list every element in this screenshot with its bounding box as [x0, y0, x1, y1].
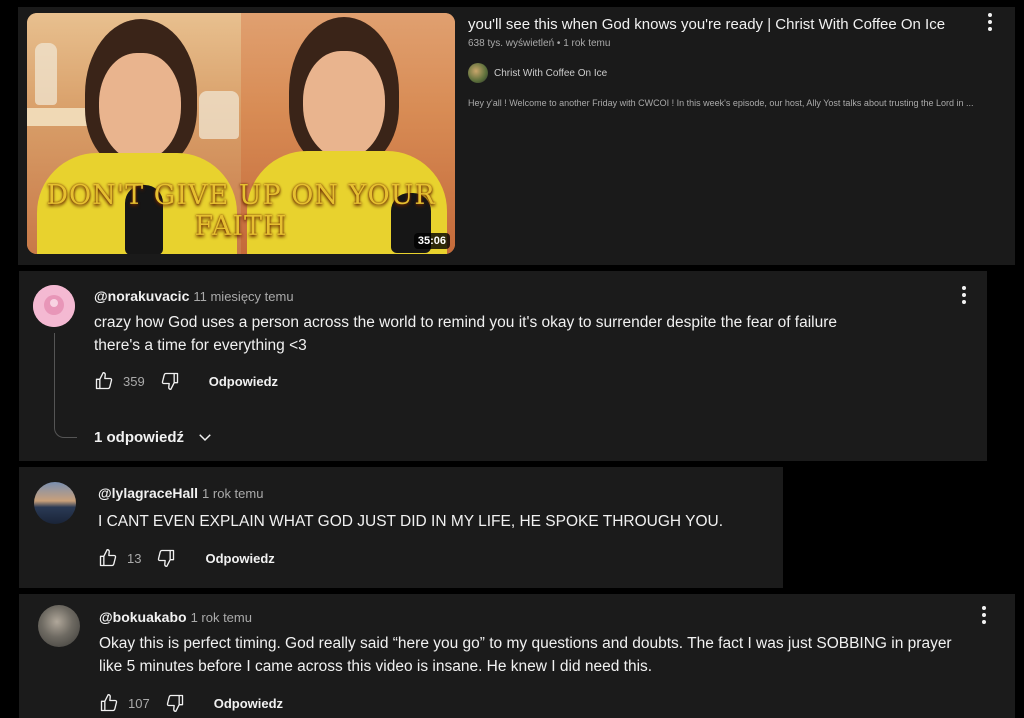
thumbnail-caption: DON'T GIVE UP ON YOUR FAITH: [46, 180, 436, 242]
thumbnail-jar: [35, 43, 57, 105]
comment-text: I CANT EVEN EXPLAIN WHAT GOD JUST DID IN…: [98, 510, 778, 533]
video-title[interactable]: you'll see this when God knows you're re…: [468, 16, 968, 33]
comment-line: I CANT EVEN EXPLAIN WHAT GOD JUST DID IN…: [98, 513, 724, 530]
channel-avatar[interactable]: [468, 63, 488, 83]
comment-author[interactable]: @bokuakabo: [99, 609, 187, 625]
comment-timestamp[interactable]: 11 miesięcy temu: [193, 289, 293, 304]
video-result-card[interactable]: DON'T GIVE UP ON YOUR FAITH 35:06 you'll…: [18, 7, 1015, 265]
thumbs-up-icon[interactable]: [97, 547, 119, 569]
thumbnail-person-face: [99, 53, 181, 161]
replies-count-label: 1 odpowiedź: [94, 428, 184, 446]
video-meta: 638 tys. wyświetleń • 1 rok temu: [468, 38, 611, 49]
more-vert-icon[interactable]: [974, 603, 994, 627]
reply-button[interactable]: Odpowiedz: [214, 696, 283, 711]
comment-actions: 359 Odpowiedz: [93, 370, 278, 392]
comment-thread: @norakuvacic 11 miesięcy temu crazy how G…: [19, 271, 987, 461]
video-description: Hey y'all ! Welcome to another Friday wi…: [468, 98, 974, 108]
avatar[interactable]: [33, 285, 75, 327]
comment-author[interactable]: @lylagraceHall: [98, 485, 198, 501]
thumbs-up-icon[interactable]: [93, 370, 115, 392]
thumbnail-person-face: [303, 51, 385, 159]
thumbnail-shelf: [27, 108, 87, 126]
thumbs-down-icon[interactable]: [159, 370, 181, 392]
comment-author[interactable]: @norakuvacic: [94, 288, 189, 304]
reply-button[interactable]: Odpowiedz: [205, 551, 274, 566]
thumbs-down-icon[interactable]: [155, 547, 177, 569]
thumbs-up-icon[interactable]: [98, 692, 120, 714]
video-thumbnail[interactable]: DON'T GIVE UP ON YOUR FAITH 35:06: [27, 13, 455, 254]
comment-actions: 107 Odpowiedz: [98, 692, 283, 714]
comment-timestamp[interactable]: 1 rok temu: [202, 486, 263, 501]
comment-line: crazy how God uses a person across the w…: [94, 314, 838, 331]
thumbs-down-icon[interactable]: [164, 692, 186, 714]
comment-header: @lylagraceHall 1 rok temu: [98, 485, 263, 501]
comment-timestamp[interactable]: 1 rok temu: [191, 610, 252, 625]
comment-header: @norakuvacic 11 miesięcy temu: [94, 288, 294, 304]
comment-line: Okay this is perfect timing. God really …: [99, 635, 952, 652]
comment-text: crazy how God uses a person across the w…: [94, 311, 954, 357]
thread-connector-line: [54, 333, 77, 438]
view-replies-button[interactable]: 1 odpowiedź: [94, 426, 216, 448]
channel-name[interactable]: Christ With Coffee On Ice: [494, 68, 607, 79]
like-count: 107: [128, 695, 150, 711]
thumbnail-jar: [199, 91, 239, 139]
reply-button[interactable]: Odpowiedz: [209, 374, 278, 389]
video-duration-badge: 35:06: [413, 233, 450, 249]
channel-row[interactable]: Christ With Coffee On Ice: [468, 63, 607, 83]
comment-text: Okay this is perfect timing. God really …: [99, 632, 1011, 678]
avatar[interactable]: [38, 605, 80, 647]
comment-header: @bokuakabo 1 rok temu: [99, 609, 252, 625]
avatar[interactable]: [34, 482, 76, 524]
like-count: 359: [123, 373, 145, 389]
like-count: 13: [127, 550, 142, 566]
comment-line: there's a time for everything <3: [94, 337, 307, 354]
comment-thread: @lylagraceHall 1 rok temu I CANT EVEN EXP…: [19, 467, 783, 588]
comment-thread: @bokuakabo 1 rok temu Okay this is perfec…: [19, 594, 1015, 718]
more-vert-icon[interactable]: [954, 283, 974, 307]
more-vert-icon[interactable]: [980, 10, 1000, 34]
comment-actions: 13 Odpowiedz: [97, 547, 275, 569]
chevron-down-icon: [194, 426, 216, 448]
comment-line: like 5 minutes before I came across this…: [99, 658, 653, 675]
